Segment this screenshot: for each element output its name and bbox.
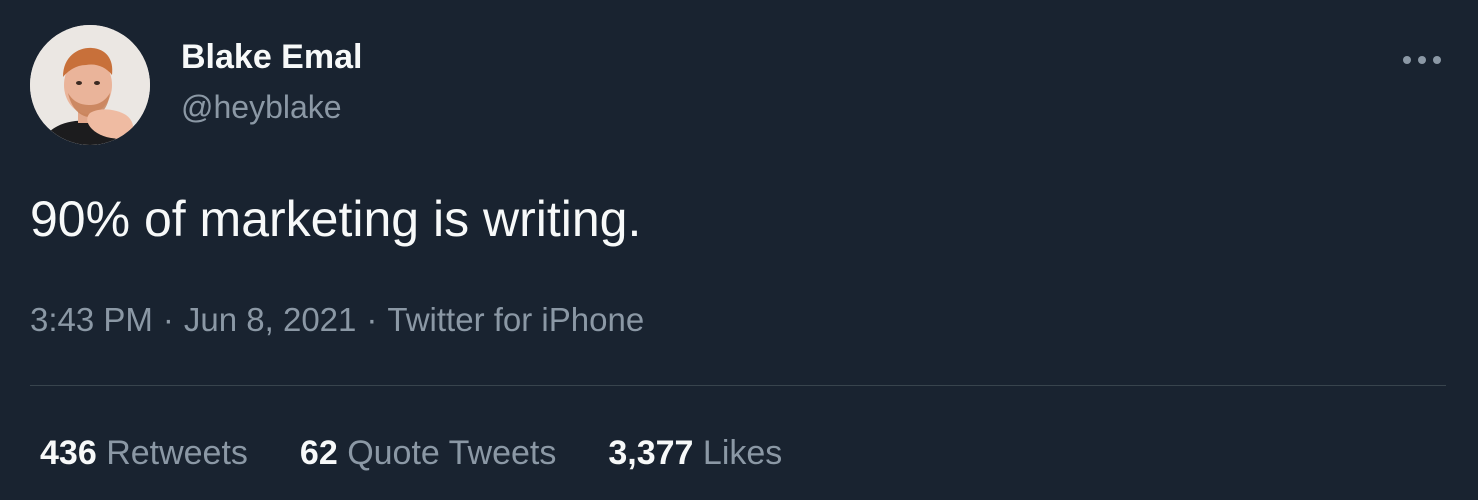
tweet-time[interactable]: 3:43 PM: [30, 301, 153, 338]
tweet-meta: 3:43 PM · Jun 8, 2021 · Twitter for iPhone: [30, 301, 644, 339]
meta-separator: ·: [162, 301, 174, 338]
quote-tweets-stat[interactable]: 62 Quote Tweets: [300, 434, 556, 473]
likes-count: 3,377: [608, 434, 694, 472]
avatar-image: [30, 25, 150, 145]
meta-separator: ·: [366, 301, 378, 338]
retweets-count: 436: [40, 434, 97, 472]
quote-tweets-label: Quote Tweets: [347, 434, 557, 472]
avatar[interactable]: [30, 25, 150, 145]
tweet-date[interactable]: Jun 8, 2021: [184, 301, 356, 338]
retweets-label: Retweets: [106, 434, 248, 472]
likes-stat[interactable]: 3,377 Likes: [608, 434, 782, 473]
more-options-button[interactable]: [1394, 40, 1450, 80]
divider: [30, 385, 1446, 386]
tweet-stats: 436 Retweets 62 Quote Tweets 3,377 Likes: [40, 434, 834, 473]
more-horizontal-icon: [1403, 56, 1441, 64]
tweet-text: 90% of marketing is writing.: [30, 191, 642, 247]
retweets-stat[interactable]: 436 Retweets: [40, 434, 248, 473]
tweet-source[interactable]: Twitter for iPhone: [387, 301, 644, 338]
author-display-name[interactable]: Blake Emal: [181, 38, 362, 77]
likes-label: Likes: [702, 434, 783, 472]
author-handle[interactable]: @heyblake: [181, 89, 342, 126]
tweet-card: Blake Emal @heyblake 90% of marketing is…: [0, 0, 1478, 500]
quote-tweets-count: 62: [299, 434, 338, 472]
